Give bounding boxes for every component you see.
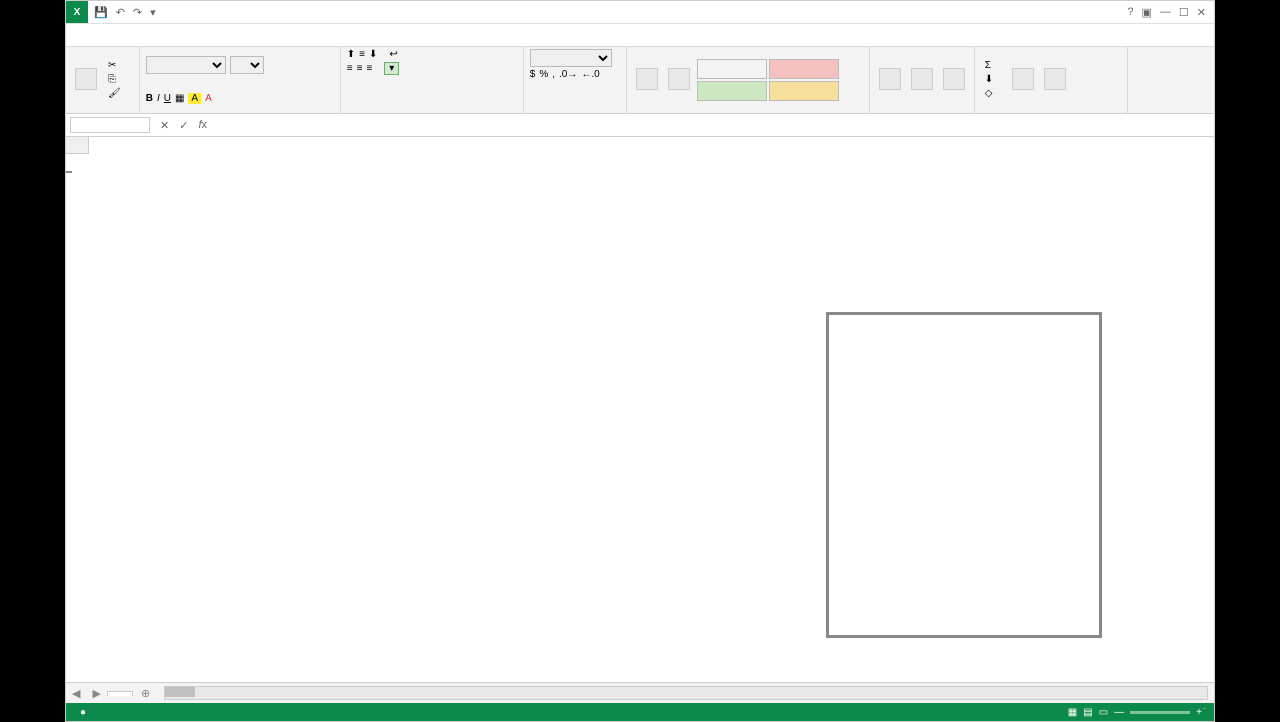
group-editing: Σ ⬇ ◇ (975, 47, 1128, 113)
formula-bar: ✕ ✓ fx (66, 114, 1214, 137)
view-break-icon[interactable]: ▭ (1099, 707, 1108, 718)
maximize-icon[interactable]: ☐ (1179, 6, 1189, 19)
percent-button[interactable]: % (539, 69, 548, 80)
view-normal-icon[interactable]: ▦ (1068, 707, 1077, 718)
name-box[interactable] (70, 117, 150, 133)
insert-icon (879, 68, 901, 90)
fx-icon[interactable]: fx (198, 119, 207, 132)
insert-cells-button[interactable] (876, 68, 904, 92)
comma-button[interactable]: , (552, 69, 555, 80)
scrollbar-thumb[interactable] (165, 687, 195, 697)
formula-input[interactable] (213, 117, 1214, 133)
group-styles (627, 47, 870, 113)
cells-canvas[interactable] (66, 154, 1214, 682)
group-cells (870, 47, 975, 113)
sheet-nav-prev-icon[interactable]: ◀ (66, 687, 86, 700)
paste-icon (75, 68, 97, 90)
summary-table (66, 171, 72, 173)
wrap-text-button[interactable]: ↩ (389, 49, 397, 60)
sheet-tab-active[interactable] (107, 691, 133, 696)
group-font: B I U ▦ A A (140, 47, 341, 113)
zoom-slider[interactable] (1130, 711, 1190, 714)
align-right-icon[interactable]: ≡ (366, 63, 372, 74)
format-painter-button[interactable]: 🖌 (104, 87, 133, 100)
font-color-button[interactable]: A (205, 93, 212, 104)
horizontal-scrollbar[interactable] (164, 686, 1208, 700)
style-neutral[interactable] (769, 81, 839, 101)
style-normal[interactable] (697, 59, 767, 79)
status-bar: ● ▦ ▤ ▭ — + (66, 703, 1214, 721)
border-button[interactable]: ▦ (175, 93, 184, 104)
ribbon-tabs (66, 24, 1214, 47)
cut-button[interactable]: ✂ (104, 59, 133, 72)
add-sheet-button[interactable]: ⊕ (133, 687, 158, 700)
quick-access-toolbar: 💾 ↶ ↷ ▾ (88, 6, 162, 19)
copy-button[interactable]: ⎘ (104, 73, 133, 86)
window-controls: ? ▣ — ☐ ✕ (1119, 6, 1214, 19)
conditional-formatting-button[interactable] (633, 68, 661, 92)
excel-logo-icon: X (66, 1, 88, 23)
number-format-select[interactable] (530, 49, 612, 67)
ribbon-options-icon[interactable]: ▣ (1142, 6, 1152, 19)
worksheet-area[interactable] (66, 137, 1214, 682)
excel-window: X 💾 ↶ ↷ ▾ ? ▣ — ☐ ✕ ✂ ⎘ 🖌 (65, 0, 1215, 722)
group-clipboard: ✂ ⎘ 🖌 (66, 47, 140, 113)
clear-button[interactable]: ◇ (981, 87, 1005, 100)
collapse-ribbon-icon[interactable]: ⌃ (1200, 706, 1208, 717)
redo-icon[interactable]: ↷ (133, 6, 142, 19)
align-mid-icon[interactable]: ≡ (359, 49, 365, 60)
paste-button[interactable] (72, 68, 100, 92)
sort-filter-button[interactable] (1009, 68, 1037, 92)
style-bad[interactable] (769, 59, 839, 79)
delete-cells-button[interactable] (908, 68, 936, 92)
qat-dropdown-icon[interactable]: ▾ (150, 6, 156, 19)
group-number: $ % , .0→ ←.0 (524, 47, 627, 113)
heat-map (826, 306, 1102, 638)
enter-formula-icon[interactable]: ✓ (179, 119, 188, 132)
sort-icon (1012, 68, 1034, 90)
undo-icon[interactable]: ↶ (116, 6, 125, 19)
format-as-table-button[interactable] (665, 68, 693, 92)
save-icon[interactable]: 💾 (94, 6, 108, 19)
fill-button[interactable]: ⬇ (981, 73, 1005, 86)
close-icon[interactable]: ✕ (1197, 6, 1206, 19)
help-icon[interactable]: ? (1127, 6, 1133, 19)
merge-center-button[interactable]: ▾ (384, 62, 399, 75)
select-all-corner[interactable] (66, 137, 89, 154)
group-alignment: ⬆≡⬇ ↩ ≡≡≡ ▾ (341, 47, 524, 113)
font-name-select[interactable] (146, 56, 226, 74)
align-bot-icon[interactable]: ⬇ (369, 49, 377, 60)
delete-icon (911, 68, 933, 90)
sheet-tab-bar: ◀ ▶ ⊕ (66, 682, 1214, 703)
bold-button[interactable]: B (146, 93, 153, 104)
find-select-button[interactable] (1041, 68, 1069, 92)
align-top-icon[interactable]: ⬆ (347, 49, 355, 60)
autosum-button[interactable]: Σ (981, 59, 1005, 72)
currency-button[interactable]: $ (530, 69, 536, 80)
find-icon (1044, 68, 1066, 90)
fill-color-button[interactable]: A (188, 93, 201, 104)
formula-buttons: ✕ ✓ fx (154, 119, 213, 132)
title-bar: X 💾 ↶ ↷ ▾ ? ▣ — ☐ ✕ (66, 1, 1214, 24)
font-size-select[interactable] (230, 56, 264, 74)
cancel-formula-icon[interactable]: ✕ (160, 119, 169, 132)
zoom-out-icon[interactable]: — (1114, 707, 1124, 718)
format-icon (943, 68, 965, 90)
minimize-icon[interactable]: — (1160, 6, 1171, 19)
inc-decimal-button[interactable]: .0→ (559, 69, 577, 80)
macro-record-icon[interactable]: ● (80, 707, 86, 718)
align-center-icon[interactable]: ≡ (357, 63, 363, 74)
cond-format-icon (636, 68, 658, 90)
align-left-icon[interactable]: ≡ (347, 63, 353, 74)
sheet-nav-next-icon[interactable]: ▶ (86, 687, 106, 700)
style-good[interactable] (697, 81, 767, 101)
table-icon (668, 68, 690, 90)
underline-button[interactable]: U (164, 93, 171, 104)
format-cells-button[interactable] (940, 68, 968, 92)
ribbon: ✂ ⎘ 🖌 B I U ▦ A A (66, 47, 1214, 114)
dec-decimal-button[interactable]: ←.0 (581, 69, 599, 80)
view-layout-icon[interactable]: ▤ (1083, 707, 1092, 718)
italic-button[interactable]: I (157, 93, 160, 104)
